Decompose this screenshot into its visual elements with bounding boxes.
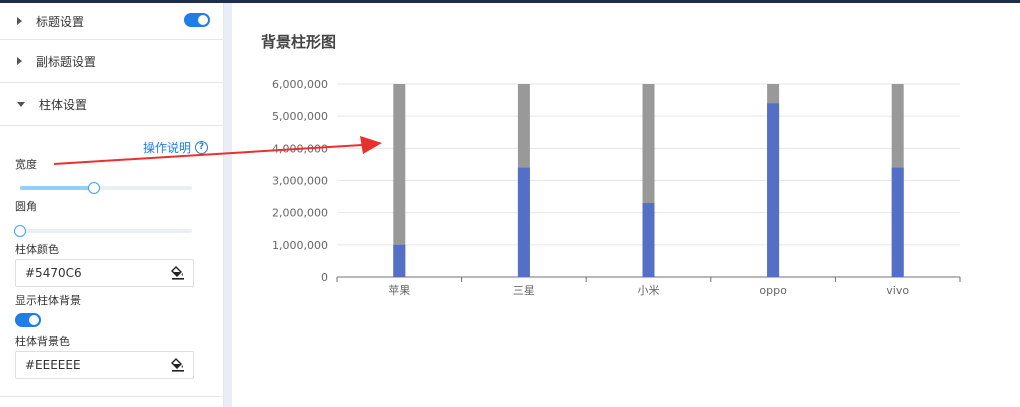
section-divider: [0, 396, 223, 397]
help-link[interactable]: 操作说明 ?: [143, 139, 209, 156]
background-color-label: 柱体背景色: [15, 335, 70, 348]
radius-slider[interactable]: [14, 225, 192, 237]
x-tick-label: 小米: [638, 284, 660, 297]
section-bar-settings[interactable]: 柱体设置: [0, 83, 223, 126]
paint-bucket-icon[interactable]: [171, 266, 185, 280]
question-circle-icon: ?: [195, 141, 209, 154]
section-label: 柱体设置: [39, 97, 88, 112]
chart-title: 背景柱形图: [261, 33, 337, 51]
y-tick-label: 3,000,000: [272, 175, 328, 188]
width-label: 宽度: [15, 158, 37, 171]
panel-gutter: [224, 3, 232, 407]
radius-slider-thumb[interactable]: [14, 225, 26, 237]
paint-bucket-icon[interactable]: [171, 358, 185, 372]
background-color-value: #EEEEEE: [25, 358, 81, 372]
radius-label: 圆角: [15, 200, 37, 213]
y-tick-label: 6,000,000: [272, 78, 328, 91]
y-tick-label: 2,000,000: [272, 207, 328, 220]
width-slider-fill: [20, 186, 94, 190]
x-tick-label: 三星: [513, 284, 535, 297]
bar-color-label: 柱体颜色: [15, 243, 59, 256]
x-tick-label: vivo: [886, 284, 909, 297]
show-background-toggle[interactable]: [15, 313, 41, 327]
section-subtitle-settings[interactable]: 副标题设置: [0, 40, 223, 83]
bar-color-field[interactable]: #5470C6: [15, 259, 194, 287]
bar: [517, 167, 530, 277]
title-toggle[interactable]: [184, 13, 210, 27]
settings-panel: 标题设置 副标题设置 柱体设置 操作说明 ? 宽度 圆角 柱体颜色 #5470C…: [0, 3, 224, 407]
section-title-settings[interactable]: 标题设置: [0, 3, 223, 40]
y-tick-label: 4,000,000: [272, 142, 328, 155]
width-slider[interactable]: [20, 182, 192, 194]
help-label: 操作说明: [143, 141, 192, 155]
caret-down-icon: [17, 101, 25, 107]
bar: [393, 244, 406, 277]
y-tick-label: 1,000,000: [272, 239, 328, 252]
bar-chart: 0 1,000,000 2,000,000 3,000,000 4,000,000 5,0…: [272, 78, 961, 297]
y-tick-label: 0: [321, 271, 328, 284]
bar: [891, 167, 904, 277]
show-background-label: 显示柱体背景: [15, 294, 81, 307]
x-tick-label: 苹果: [388, 283, 410, 297]
bar: [767, 103, 780, 277]
section-label: 标题设置: [36, 14, 85, 29]
caret-right-icon: [17, 17, 22, 25]
bar: [642, 203, 655, 277]
width-slider-thumb[interactable]: [87, 182, 100, 194]
background-color-field[interactable]: #EEEEEE: [15, 351, 194, 379]
x-tick-label: oppo: [759, 284, 787, 297]
y-tick-label: 5,000,000: [272, 110, 328, 123]
caret-right-icon: [17, 57, 22, 65]
bar-color-value: #5470C6: [25, 266, 82, 280]
section-label: 副标题设置: [36, 54, 97, 69]
